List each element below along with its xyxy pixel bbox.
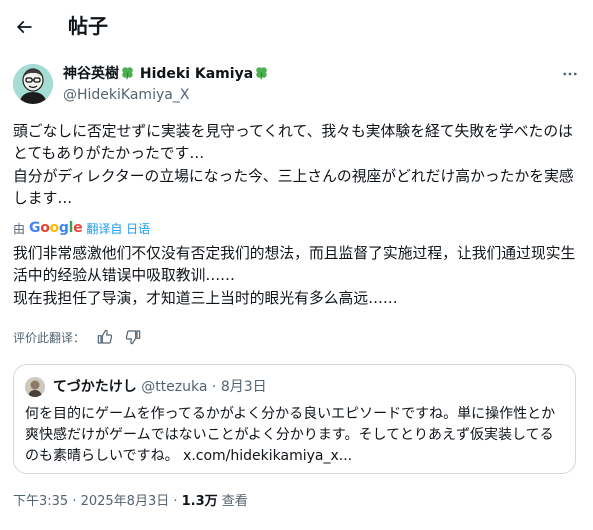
author-name: 神谷英樹 (63, 66, 119, 82)
translated-text: 我们非常感激他们不仅没有否定我们的想法，而且监督了实施过程，让我们通过现实生活中… (13, 245, 576, 307)
page-title: 帖子 (68, 14, 108, 38)
back-button[interactable] (8, 11, 40, 43)
rate-translation: 评价此翻译： (13, 327, 141, 347)
avatar-portrait-icon (13, 64, 53, 104)
author-name-en: Hideki Kamiya (139, 66, 254, 82)
translation-attribution: 由 Google 翻译自 日语 (13, 219, 150, 237)
top-bar: 帖子 (0, 0, 593, 53)
quoted-post[interactable]: てづかたけし @ttezuka · 8月3日 何を目的にゲームを作ってるかがよく… (13, 364, 576, 474)
post-meta: 下午3:35 · 2025年8月3日 · 1.3万 查看 (13, 493, 248, 511)
clover-icon (256, 67, 267, 80)
translate-source-link[interactable]: 翻译自 日语 (86, 220, 150, 237)
author-name-line[interactable]: 神谷英樹 Hideki Kamiya (63, 65, 269, 84)
clover-icon (122, 67, 133, 80)
quoted-separator: · (211, 379, 217, 395)
avatar-portrait-icon (25, 377, 45, 397)
post-timestamp[interactable]: 下午3:35 · 2025年8月3日 · (13, 494, 182, 509)
author-handle[interactable]: @HidekiKamiya_X (63, 86, 189, 105)
post-text: 頭ごなしに否定せずに実装を見守ってくれて、我々も実体験を経て失敗を学べたのはとて… (13, 123, 574, 208)
thumbs-up-button[interactable] (97, 329, 113, 345)
quoted-author-handle[interactable]: @ttezuka (141, 379, 207, 395)
views-label: 查看 (221, 494, 248, 509)
thumbs-up-icon (97, 329, 113, 344)
author-avatar[interactable] (13, 64, 53, 104)
quoted-author-name[interactable]: てづかたけし (53, 379, 137, 395)
views-count: 1.3万 (181, 494, 218, 509)
google-logo: Google (29, 220, 83, 236)
quoted-url-link[interactable]: x.com/hidekikamiya_x... (183, 448, 352, 464)
translated-by-label: 由 (13, 221, 26, 236)
back-arrow-icon (16, 20, 32, 34)
rate-translation-label: 评价此翻译： (13, 330, 86, 345)
more-options-button[interactable] (558, 62, 582, 86)
post-author: 神谷英樹 Hideki Kamiya @HidekiKamiya_X (13, 64, 583, 108)
quoted-text-block: 何を目的にゲームを作ってるかがよく分かる良いエピソードですね。単に操作性とか爽快… (25, 404, 565, 467)
quoted-author-avatar[interactable] (25, 377, 45, 397)
quoted-author-line: てづかたけし @ttezuka · 8月3日 (53, 377, 267, 397)
thumbs-down-button[interactable] (125, 329, 141, 345)
more-horizontal-icon (563, 72, 577, 76)
quoted-date[interactable]: 8月3日 (221, 379, 267, 395)
thumbs-down-icon (125, 330, 141, 345)
